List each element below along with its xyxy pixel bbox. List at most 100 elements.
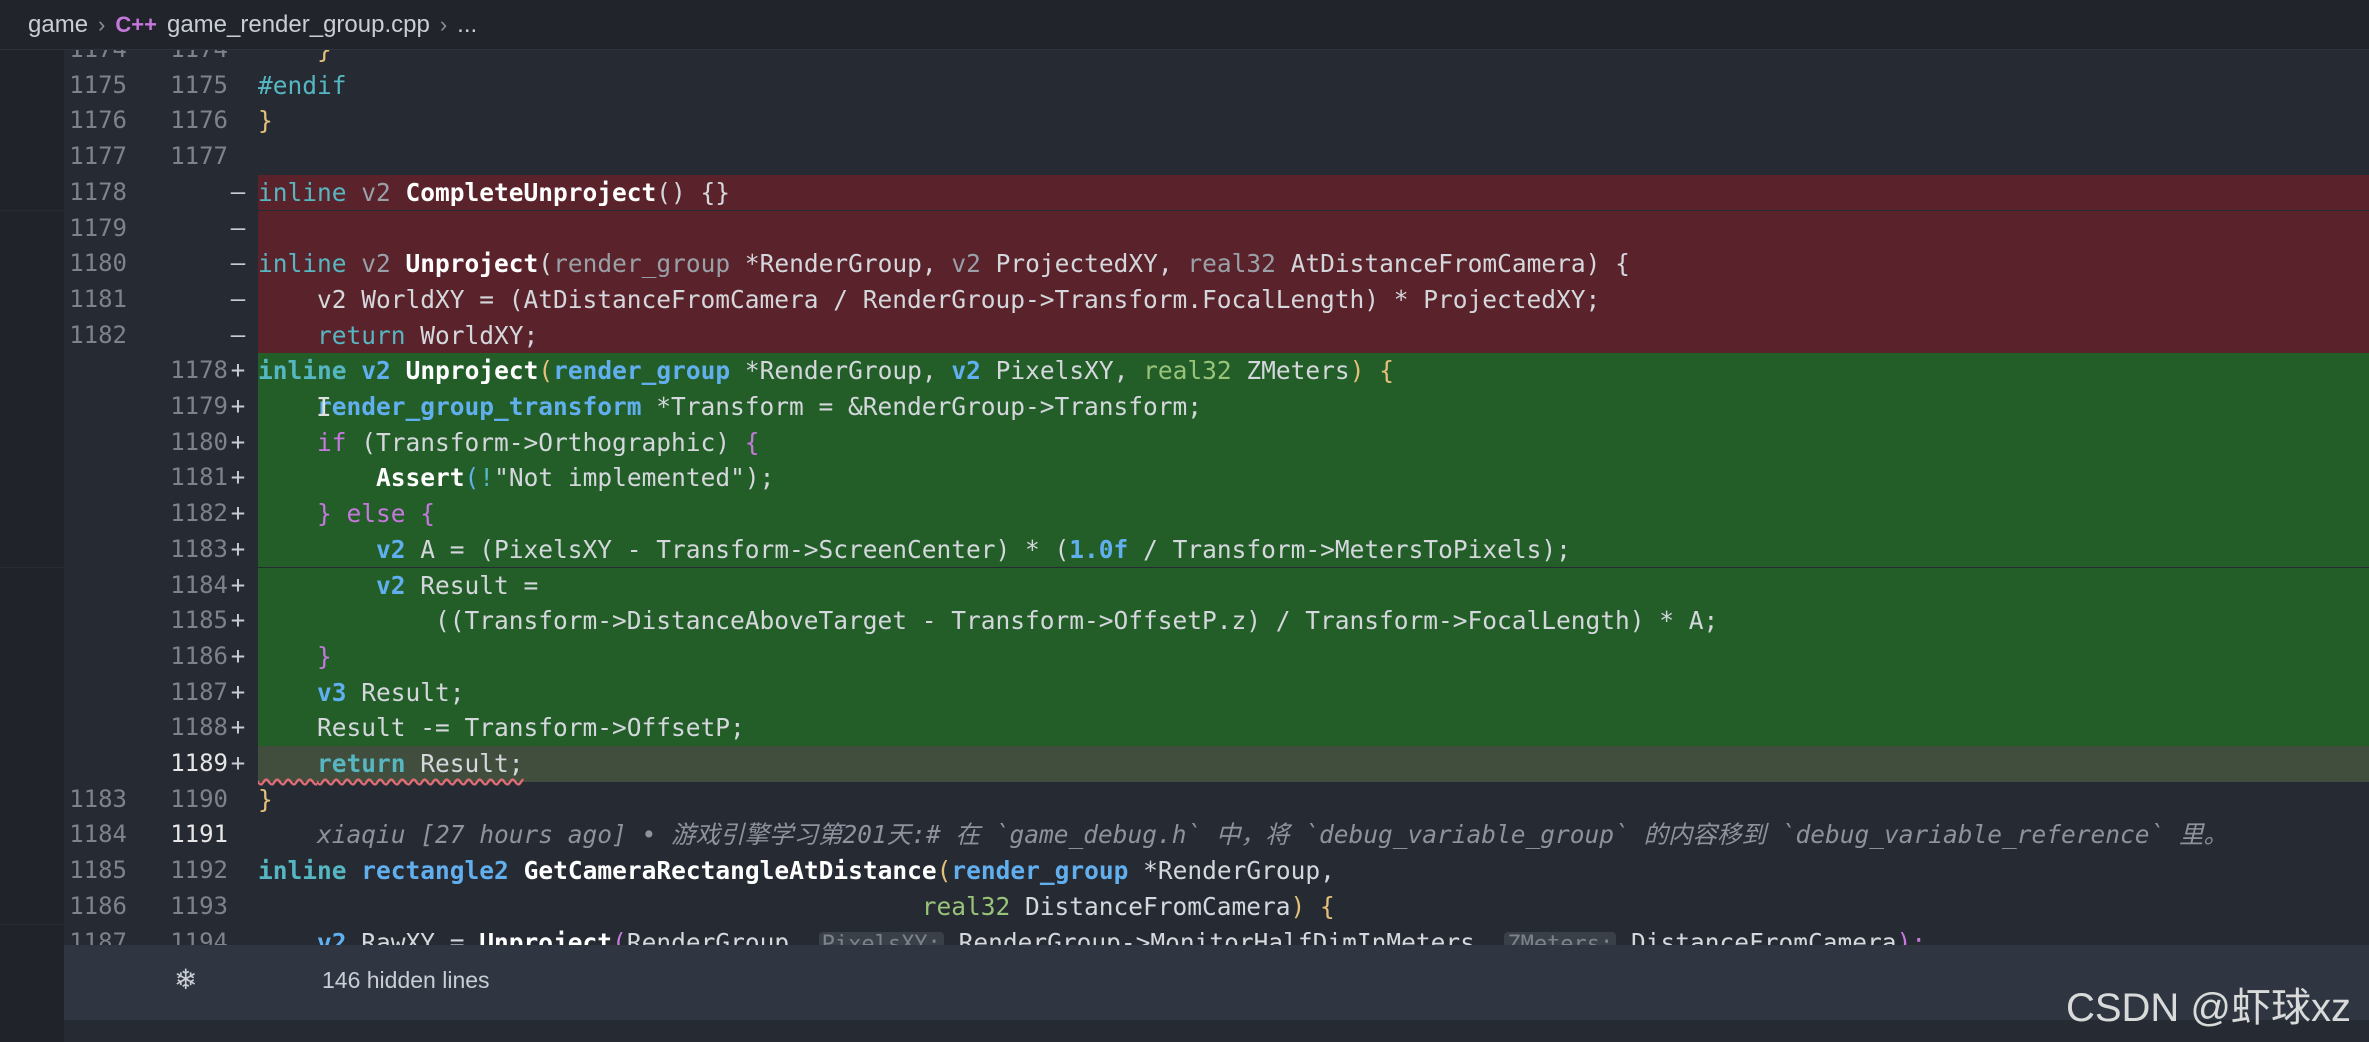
code-text[interactable]: return WorldXY; [258,318,538,354]
code-token: Result; [405,749,524,778]
code-token: ) { [1349,356,1394,386]
code-text[interactable]: Result -= Transform->OffsetP; [258,710,745,746]
gutter-cell [0,389,64,425]
new-line-number: 1180 [170,427,228,456]
code-text[interactable]: inline v2 CompleteUnproject() {} [258,175,730,211]
code-token: } [258,784,273,814]
deleted-line[interactable]: 1181 — v2 WorldXY = (AtDistanceFromCamera… [0,281,2369,318]
snowflake-fold-icon[interactable]: ❄ [174,963,197,996]
added-line[interactable]: 1187 + v3 Result; [0,674,2369,711]
code-text[interactable]: v2 A = (PixelsXY - Transform->ScreenCent… [258,532,1571,568]
code-text[interactable]: inline v2 Unproject(render_group *Render… [258,353,1394,389]
gutter-cell [0,246,64,282]
code-token: *RenderGroup, [730,249,952,279]
code-token: AtDistanceFromCamera) { [1275,249,1630,279]
added-line[interactable]: 1178 + inline v2 Unproject(render_group *R… [0,353,2369,389]
deleted-line[interactable]: 1182 — return WorldXY; [0,317,2369,354]
deleted-line[interactable]: 1178 — inline v2 CompleteUnproject() {} [0,174,2369,211]
added-line[interactable]: 1180 + if (Transform->Orthographic) { [0,424,2369,461]
code-line[interactable]: 1176 1176} [0,103,2369,140]
code-text[interactable]: real32 DistanceFromCamera) { [258,889,1335,925]
old-line-number: 1184 [69,820,127,849]
code-token: Result; [346,677,465,707]
added-line[interactable]: 1181 + Assert(!"Not implemented"); [0,460,2369,497]
code-line[interactable]: 1174 1174 } [0,50,2369,68]
old-line-number: 1179 [69,213,127,242]
code-text[interactable]: v2 Result = [258,568,538,604]
code-text[interactable]: } [258,103,273,139]
deleted-line[interactable]: 1180 — inline v2 Unproject(render_group *R… [0,246,2369,282]
added-line[interactable]: 1185 + ((Transform->DistanceAboveTarget -… [0,603,2369,639]
code-text[interactable]: } [258,50,332,68]
code-line[interactable]: 1183 1190} [0,781,2369,818]
deleted-line[interactable]: 1179 — [0,210,2369,247]
code-text[interactable]: } [258,782,273,818]
code-token: v2 [346,177,406,207]
new-line-number: 1181 [170,463,228,492]
chevron-right-icon: › [439,11,448,37]
old-line-number: 1177 [69,142,127,171]
code-text[interactable]: render_group_transform *Transform = &Ren… [258,389,1202,425]
code-text[interactable]: xiaqiu [27 hours ago] • 游戏引擎学习第201天:# 在 … [258,817,2228,853]
code-text[interactable]: } else { [258,496,435,532]
code-token: ( [538,249,554,279]
added-marker: + [230,534,246,563]
code-token: RawXY = [346,927,480,946]
code-token: *RenderGroup, [1128,856,1335,886]
code-token: "Not implemented" [494,463,745,493]
chevron-right-icon: › [98,11,106,37]
diff-editor[interactable]: 11741174 }11751175#endif11761176}1177117… [0,50,2369,945]
added-line[interactable]: 1182 + } else { [0,496,2369,532]
hidden-lines-bar[interactable]: ❄ 146 hidden lines [64,945,2369,1020]
code-text[interactable]: #endif [258,68,347,104]
breadcrumb-folder[interactable]: game [28,11,88,39]
code-line[interactable]: 1177 1177 [0,139,2369,175]
old-line-number [60,603,127,639]
diff-marker [226,139,250,175]
breadcrumb-symbol[interactable]: ... [457,11,477,39]
gutter-cell [0,103,64,140]
current-line[interactable]: 1189 + return Result; [0,746,2369,782]
code-token: } [258,106,273,136]
added-line[interactable]: 1188 + Result -= Transform->OffsetP; [0,710,2369,746]
code-token: real32 [921,891,1011,921]
old-line-number: 1174 [60,50,127,68]
code-token: 1.0f [1069,534,1129,564]
added-marker: + [230,713,246,742]
line-background [258,103,2369,139]
code-token: #endif [258,70,347,100]
removed-marker: — [230,213,246,242]
code-line[interactable]: 1186 1193 real32 DistanceFromCamera) { [0,888,2369,925]
added-line[interactable]: 1184 + v2 Result = [0,567,2369,604]
gutter-cell [0,817,64,854]
inlay-hint: ZMeters: [1504,931,1617,945]
code-text[interactable]: inline rectangle2 GetCameraRectangleAtDi… [258,853,1335,889]
code-text[interactable]: } [258,639,332,675]
code-text[interactable]: return Result; [258,746,524,782]
blame-line[interactable]: 1184 1191 xiaqiu [27 hours ago] • 游戏引擎学习第… [0,817,2369,854]
gutter [0,945,64,1042]
added-line[interactable]: 1186 + } [0,638,2369,675]
code-token: inline [258,856,347,886]
code-text[interactable]: inline v2 Unproject(render_group *Render… [258,246,1630,282]
added-line[interactable]: 1183 + v2 A = (PixelsXY - Transform->Scre… [0,531,2369,568]
code-token: Result = [405,570,539,600]
code-text[interactable]: v2 WorldXY = (AtDistanceFromCamera / Ren… [258,282,1600,318]
code-line[interactable]: 1187 1194 v2 RawXY = Unproject(RenderGrou… [0,924,2369,946]
gutter-cell [0,674,64,711]
code-text[interactable]: v3 Result; [258,675,465,711]
code-text[interactable]: ((Transform->DistanceAboveTarget - Trans… [258,603,1718,639]
added-marker: + [230,641,246,670]
added-line[interactable]: 1179 + render_group_transform *Transform … [0,389,2369,425]
code-text[interactable]: v2 RawXY = Unproject(RenderGroup, Pixels… [258,925,1926,946]
code-line[interactable]: 1185 1192 inline rectangle2 GetCameraRecta… [0,853,2369,889]
code-line[interactable]: 1175 1175 #endif [0,67,2369,104]
old-line-number [60,389,127,425]
code-text[interactable]: if (Transform->Orthographic) { [258,425,760,461]
breadcrumb-file[interactable]: game_render_group.cpp [167,11,430,39]
new-line-number: 1191 [170,820,228,849]
code-text[interactable]: Assert(!"Not implemented"); [258,460,774,496]
